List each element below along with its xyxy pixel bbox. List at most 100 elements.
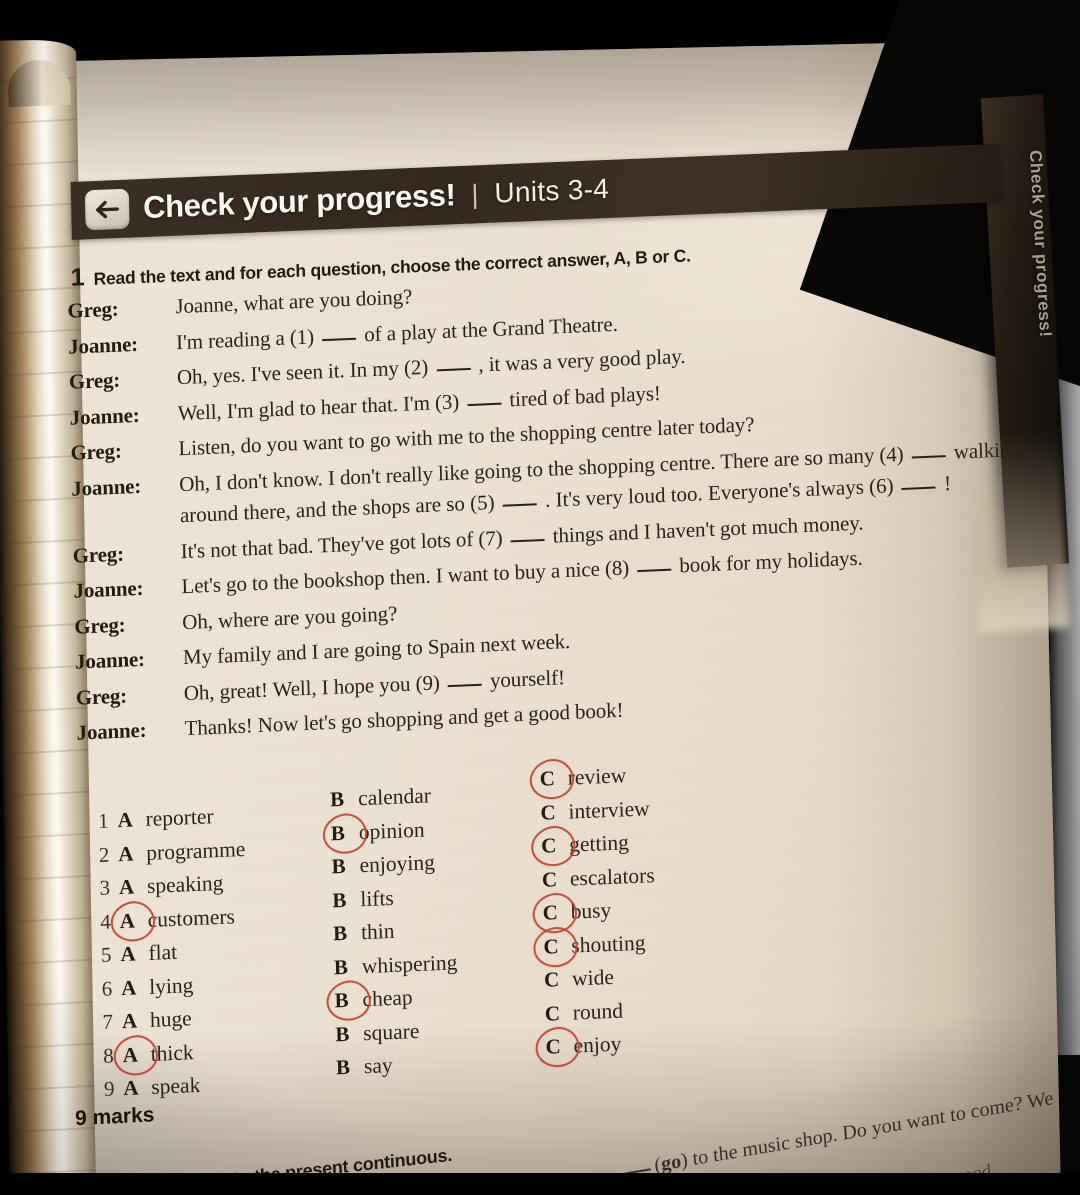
option-word: huge	[149, 1006, 192, 1032]
question-number: 3	[99, 875, 111, 900]
option-letter: A	[123, 1075, 139, 1101]
option-word: getting	[568, 830, 630, 857]
option-word: speak	[151, 1072, 201, 1099]
header-units: Units 3-4	[494, 172, 610, 209]
question-number: 5	[100, 942, 112, 967]
option-word: shouting	[571, 930, 646, 958]
option-letter: A	[118, 841, 134, 866]
dialogue-text: Joanne, what are you doing?	[175, 284, 413, 319]
option-word: programme	[146, 836, 246, 865]
option-word: say	[363, 1053, 393, 1079]
dialogue-speaker: Greg:	[68, 367, 121, 394]
option-word: escalators	[569, 862, 655, 891]
option-letter: C	[544, 1000, 561, 1026]
answer-blank	[502, 503, 537, 507]
option-word: calendar	[357, 783, 432, 811]
question-number: 2	[98, 842, 110, 867]
answer-column-a: 1 Areporter 2 Aprogramme 3 Aspeaking 4 Acustome…	[86, 803, 251, 1111]
marks-label: 9 marks	[74, 1103, 155, 1131]
option-letter: B	[335, 1021, 350, 1046]
option-letter: C	[540, 799, 556, 825]
option-word: opinion	[358, 817, 425, 844]
question-number: 8	[102, 1042, 114, 1068]
dialogue-speaker: Joanne:	[67, 331, 139, 359]
question-number: 1	[97, 808, 109, 833]
option-letter: A	[118, 874, 135, 900]
option-letter: C	[545, 1034, 562, 1059]
option-letter: A	[120, 941, 136, 967]
dialogue-speaker: Joanne:	[74, 646, 146, 674]
option-letter: C	[543, 933, 559, 959]
bottom-black-strip	[0, 1173, 1080, 1195]
option-word: round	[572, 998, 624, 1025]
answer-option[interactable]: Cshouting	[528, 921, 656, 973]
dialogue-speaker: Greg:	[74, 612, 126, 639]
answer-option[interactable]: Creview	[525, 753, 652, 805]
answer-options: 1 Areporter 2 Aprogramme 3 Aspeaking 4 Acustome…	[78, 753, 778, 1101]
dialogue-text: Thanks! Now let's go shopping and get a …	[184, 697, 624, 741]
option-letter: A	[117, 807, 133, 833]
option-letter: C	[543, 967, 560, 992]
option-word: review	[567, 763, 627, 790]
dialogue-speaker: Joanne:	[73, 575, 144, 603]
dialogue-speaker: Joanne:	[69, 402, 140, 430]
answer-blank	[467, 402, 502, 406]
option-letter: C	[540, 833, 557, 858]
back-arrow-icon[interactable]	[84, 188, 130, 231]
dialogue-speaker: Joanne:	[76, 717, 147, 745]
option-letter: B	[332, 887, 347, 912]
verb-prompt: go	[660, 1150, 682, 1176]
answer-option[interactable]: Blifts	[332, 883, 456, 922]
answer-blank	[447, 683, 482, 687]
option-letter: B	[335, 1054, 351, 1080]
dialogue-text: I'm reading a (1) of a play at the Grand…	[175, 311, 619, 354]
answer-column-c: Creview Cinterview Cgetting Cescalators Cbus…	[525, 753, 658, 1073]
option-letter: A	[122, 1041, 139, 1067]
answer-option[interactable]: Bthin	[333, 916, 457, 955]
option-word: enjoy	[573, 1031, 622, 1058]
option-word: lifts	[360, 885, 395, 911]
answer-option[interactable]: Cgetting	[526, 820, 654, 872]
answer-option[interactable]: Cwide	[544, 963, 657, 1001]
answer-option[interactable]: Bsquare	[335, 1017, 459, 1056]
option-letter: A	[121, 1008, 138, 1034]
dialogue-block: Greg: Joanne, what are you doing? Joanne: I…	[67, 259, 1036, 757]
header-row: Check your progress! | Units 3-4	[71, 144, 1002, 240]
option-word: reporter	[145, 804, 214, 832]
answer-option[interactable]: Cenjoy	[531, 1021, 658, 1073]
dialogue-speaker: Greg:	[67, 296, 119, 323]
answer-option[interactable]: Benjoying	[331, 849, 455, 888]
option-word: interview	[568, 795, 650, 824]
question-number: 7	[102, 1009, 114, 1034]
page-title: Check your progress!	[142, 177, 456, 226]
option-word: flat	[148, 939, 178, 965]
option-letter: B	[333, 954, 349, 979]
answer-option[interactable]: Bsay	[336, 1050, 460, 1089]
dialogue-text: Oh, where are you going?	[181, 600, 398, 634]
option-letter: A	[119, 908, 136, 933]
option-letter: C	[541, 866, 558, 892]
dialogue-speaker: Greg:	[70, 438, 122, 465]
option-word: wide	[571, 964, 615, 991]
option-letter: C	[542, 900, 559, 925]
answer-blank	[637, 568, 672, 573]
dialogue-text: Oh, great! Well, I hope you (9) yourself…	[183, 664, 566, 705]
answer-option[interactable]: Bcheap	[322, 975, 458, 1027]
option-letter: C	[539, 766, 556, 791]
answer-blank	[510, 538, 545, 542]
option-letter: B	[330, 820, 346, 845]
option-letter: B	[334, 987, 349, 1013]
option-letter: A	[120, 974, 137, 1000]
answer-option[interactable]: Bopinion	[318, 807, 455, 859]
exercise-1-number: 1	[70, 263, 85, 292]
option-letter: B	[329, 786, 345, 812]
answer-blank	[901, 486, 936, 490]
dialogue-speaker: Joanne:	[71, 473, 142, 501]
answer-blank	[436, 367, 471, 372]
header-separator: |	[471, 178, 479, 210]
option-word: speaking	[146, 870, 224, 898]
dialogue-text: My family and I are going to Spain next …	[182, 628, 571, 670]
dialogue-speaker: Greg:	[75, 683, 128, 710]
answer-blank	[322, 337, 357, 341]
option-letter: B	[331, 853, 346, 879]
